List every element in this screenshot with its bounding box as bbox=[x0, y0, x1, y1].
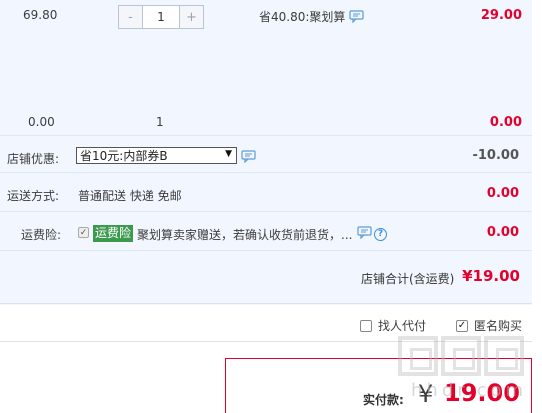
divider bbox=[0, 303, 532, 304]
summary-total: 0.00 bbox=[489, 115, 522, 130]
chat-icon[interactable] bbox=[241, 150, 257, 166]
order-panel: 69.80 - 1 + 省40.80:聚划算 29.00 0.00 1 0.00… bbox=[0, 0, 532, 305]
watermark-glyph bbox=[398, 336, 438, 376]
insurance-icons: ? bbox=[357, 226, 387, 242]
watermark-glyph bbox=[484, 336, 524, 376]
shipping-method: 普通配送 快递 免邮 bbox=[78, 189, 182, 203]
store-discount-value: -10.00 bbox=[472, 148, 519, 163]
chat-icon[interactable] bbox=[349, 9, 365, 26]
summary-amount: 0.00 bbox=[28, 115, 55, 129]
unit-price: 69.80 bbox=[23, 8, 58, 22]
item-discount-text: 省40.80:聚划算 bbox=[259, 10, 346, 24]
option-anonymous[interactable]: ✓ 匿名购买 bbox=[456, 317, 522, 334]
watermark-logo bbox=[398, 336, 524, 376]
store-discount-select[interactable]: 省10元:内部券B ▼ bbox=[76, 147, 237, 164]
option-proxy-pay-label: 找人代付 bbox=[378, 319, 427, 333]
store-discount-selected: 省10元:内部券B bbox=[80, 149, 168, 163]
shipping-value: 0.00 bbox=[486, 186, 519, 201]
summary-quantity: 1 bbox=[156, 115, 164, 129]
watermark-glyph bbox=[441, 336, 481, 376]
payment-label: 实付款: bbox=[363, 393, 404, 407]
store-total-label: 店铺合计(含运费) bbox=[361, 272, 455, 286]
store-total-row: 店铺合计(含运费) ¥19.00 bbox=[0, 251, 532, 305]
checkbox-icon[interactable] bbox=[360, 319, 372, 332]
item-discount: 省40.80:聚划算 bbox=[259, 8, 365, 26]
shipping-row: 运送方式: 普通配送 快递 免邮 0.00 bbox=[0, 173, 532, 212]
chat-icon[interactable] bbox=[357, 226, 373, 242]
help-icon[interactable]: ? bbox=[374, 227, 387, 241]
store-total-value: ¥19.00 bbox=[462, 267, 520, 285]
watermark-text: hhdr.com bbox=[411, 380, 528, 401]
insurance-row: 运费险: ✓ 运费险 聚划算卖家赠送，若确认收货前退货，... ? 0.00 bbox=[0, 212, 532, 251]
quantity-stepper[interactable]: - 1 + bbox=[118, 5, 204, 29]
item-line-total: 29.00 bbox=[480, 8, 522, 23]
option-proxy-pay[interactable]: 找人代付 bbox=[360, 317, 426, 334]
checkbox-icon[interactable]: ✓ bbox=[456, 319, 468, 332]
dropdown-caret-icon: ▼ bbox=[225, 149, 232, 159]
payment-options: 找人代付 ✓ 匿名购买 bbox=[0, 312, 532, 336]
option-anonymous-label: 匿名购买 bbox=[474, 319, 523, 333]
increment-button[interactable]: + bbox=[180, 6, 203, 28]
insurance-value: 0.00 bbox=[486, 225, 519, 240]
item-row: 69.80 - 1 + 省40.80:聚划算 29.00 0.00 1 0.00 bbox=[0, 0, 532, 136]
insurance-description: 聚划算卖家赠送，若确认收货前退货，... bbox=[137, 228, 353, 242]
decrement-button[interactable]: - bbox=[119, 6, 142, 28]
quantity-input[interactable]: 1 bbox=[142, 6, 180, 28]
insurance-checkbox[interactable]: ✓ bbox=[78, 227, 89, 238]
insurance-tag: 运费险 bbox=[93, 225, 134, 242]
store-discount-row: 店铺优惠: 省10元:内部券B ▼ -10.00 bbox=[0, 136, 532, 173]
shipping-label: 运送方式: bbox=[7, 189, 60, 203]
insurance-label: 运费险: bbox=[21, 228, 62, 242]
store-discount-label: 店铺优惠: bbox=[7, 152, 60, 166]
